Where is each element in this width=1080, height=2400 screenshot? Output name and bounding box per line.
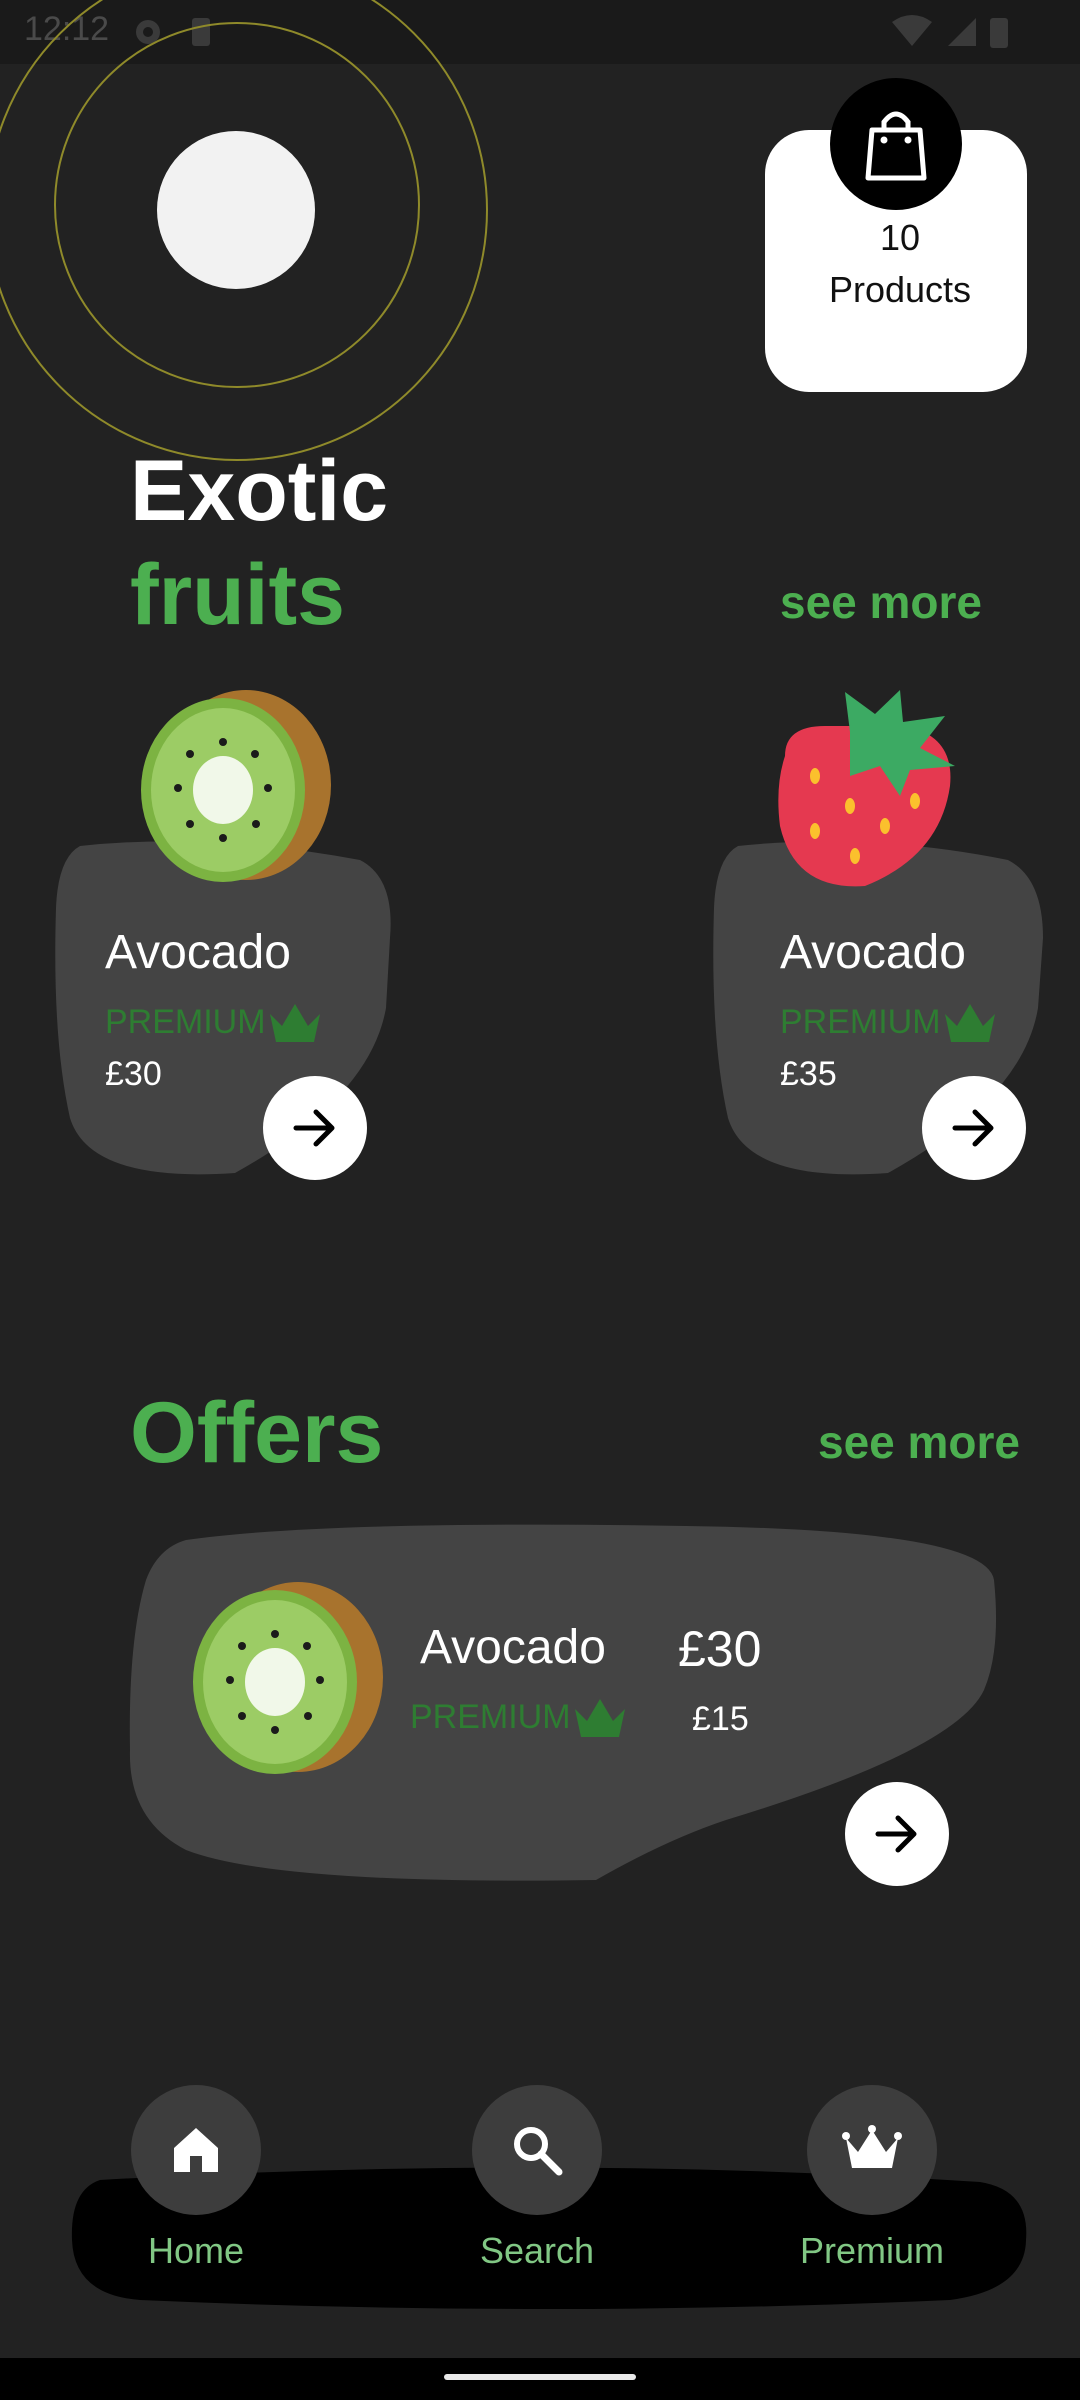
nav-premium-label[interactable]: Premium	[742, 2230, 1002, 2272]
fruit-card-1-price: £30	[105, 1055, 162, 1093]
offer-old-price: £30	[678, 1621, 762, 1677]
offer-arrow-button[interactable]	[845, 1782, 949, 1886]
offers-title: Offers	[130, 1385, 384, 1481]
offer-item-name: Avocado	[420, 1621, 606, 1674]
shopping-bag-icon	[865, 111, 927, 181]
fruit-card-2-tier: PREMIUM	[780, 1000, 999, 1044]
nav-home-label[interactable]: Home	[66, 2230, 326, 2272]
nav-search-label[interactable]: Search	[407, 2230, 667, 2272]
crown-icon	[269, 1004, 320, 1042]
shopping-bag-button[interactable]	[830, 78, 962, 210]
hero-title-line2: fruits	[130, 547, 345, 643]
offer-new-price: £15	[692, 1700, 749, 1738]
fruit-card-1-arrow-button[interactable]	[263, 1076, 367, 1180]
status-right-icons	[892, 15, 1008, 48]
offer-item-tier: PREMIUM	[410, 1695, 629, 1739]
nav-search-button[interactable]	[472, 2085, 602, 2215]
fruits-see-more-link[interactable]: see more	[780, 575, 982, 629]
wifi-icon	[892, 15, 932, 46]
cart-products-label: Products	[828, 269, 972, 310]
arrow-right-icon	[952, 1109, 994, 1147]
crown-icon	[944, 1004, 995, 1042]
strawberry-icon	[778, 690, 955, 887]
fruit-card-1-tier-label: PREMIUM	[105, 1002, 266, 1041]
fruit-card-1-tier: PREMIUM	[105, 1000, 324, 1044]
hero-title-line1: Exotic	[130, 443, 389, 539]
profile-avatar[interactable]	[157, 131, 315, 289]
crown-icon	[842, 2125, 902, 2168]
search-icon	[514, 2127, 563, 2176]
fruit-card-2-price: £35	[780, 1055, 837, 1093]
home-icon	[174, 2128, 218, 2172]
cart-count: 10	[879, 217, 921, 258]
nav-home-button[interactable]	[131, 2085, 261, 2215]
gesture-handle[interactable]	[444, 2374, 636, 2380]
offers-see-more-link[interactable]: see more	[818, 1415, 1020, 1469]
arrow-right-icon	[293, 1109, 335, 1147]
fruit-card-2-arrow-button[interactable]	[922, 1076, 1026, 1180]
battery-icon	[990, 18, 1008, 48]
crown-icon	[574, 1699, 625, 1737]
arrow-right-icon	[875, 1815, 917, 1853]
kiwi-icon	[141, 690, 331, 882]
fruit-card-2-name: Avocado	[780, 926, 966, 979]
cart-summary: 10 Products	[765, 212, 1035, 316]
fruit-card-2-tier-label: PREMIUM	[780, 1002, 941, 1041]
signal-icon	[948, 18, 976, 46]
nav-premium-button[interactable]	[807, 2085, 937, 2215]
offer-item-tier-label: PREMIUM	[410, 1697, 571, 1736]
offer-kiwi-icon	[193, 1582, 383, 1774]
fruit-card-1-name: Avocado	[105, 926, 291, 979]
